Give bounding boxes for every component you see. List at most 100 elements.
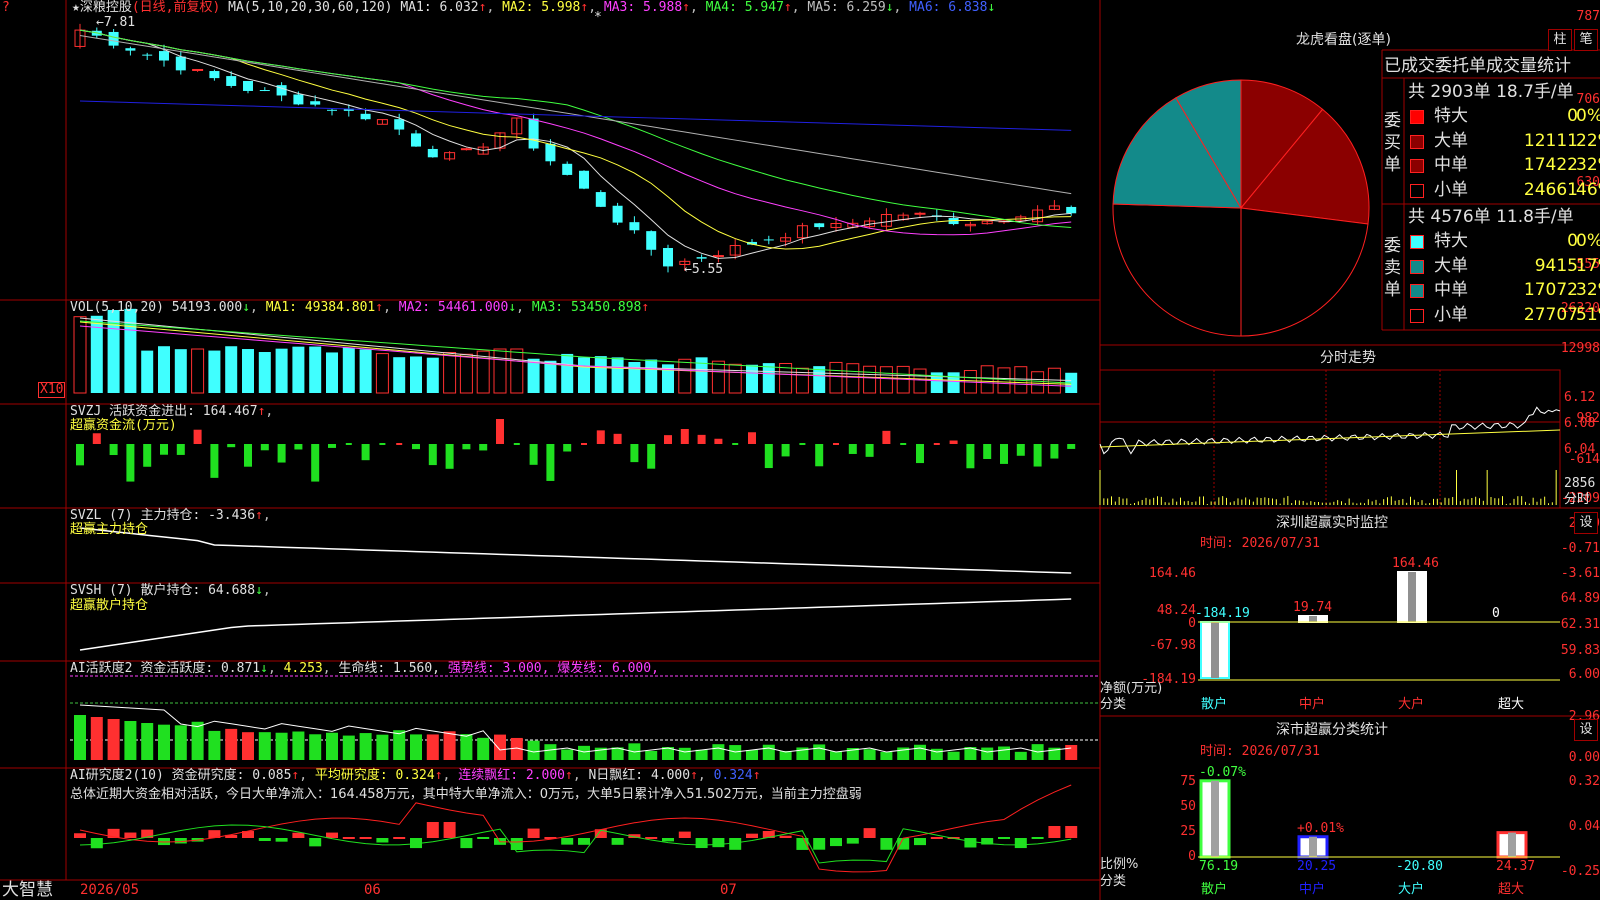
activity-bar: [880, 751, 893, 760]
intraday-title: 分时走势: [1320, 350, 1376, 366]
vol-bar: [124, 308, 137, 393]
ai1-title: AI活跃度2: [70, 661, 133, 676]
flow-bar: [210, 444, 219, 478]
activity-bar: [460, 734, 473, 760]
research-bar: [90, 838, 103, 849]
flow-bar: [933, 443, 940, 445]
buy-row-vol-3: 24661: [1523, 179, 1578, 200]
tick-mode-button[interactable]: 笔: [1574, 29, 1598, 51]
activity-bar: [124, 721, 137, 760]
candle-body: [427, 148, 438, 158]
buy-row-vol-0: 0: [1567, 106, 1578, 126]
sell-row-swatch-1: [1410, 259, 1424, 274]
intraday-vol: 2856: [1564, 476, 1596, 491]
activity-bar: [578, 745, 590, 760]
activity-bar: [393, 730, 406, 760]
vol-bar: [426, 357, 439, 393]
sell-row-pct-1: 17%: [1576, 255, 1600, 276]
monitor-settings-button[interactable]: 设: [1574, 512, 1598, 534]
price-tick-1: 787: [1576, 9, 1600, 24]
vol-bar: [746, 364, 758, 393]
monitor-time: 时间: 2026/07/31: [1200, 536, 1320, 551]
stats-cat-0: 散户: [1201, 882, 1228, 897]
flow-bar: [848, 444, 857, 454]
flow-bar: [983, 444, 992, 459]
vol-bar: [561, 353, 574, 393]
class-stats-title: 深市超赢分类统计: [1276, 722, 1388, 738]
sell-row-name-1: 大单: [1434, 255, 1468, 276]
candle-body: [411, 133, 421, 147]
ai1-value: 资金活跃度: 0.871: [140, 661, 261, 676]
chart-canvas[interactable]: [0, 0, 1600, 900]
svsh-header: SVSH (7) 散户持仓: 64.688↓,: [70, 583, 271, 598]
bar-mode-button[interactable]: 柱: [1548, 29, 1572, 51]
vol-bar: [275, 348, 288, 393]
class-stats-tick-1: 75: [1180, 774, 1196, 789]
flow-bar: [277, 444, 286, 463]
research-bar: [309, 838, 322, 847]
flow-bar: [732, 443, 739, 445]
stock-name[interactable]: ★深粮控股: [72, 0, 132, 15]
monitor-value-1: 19.74: [1293, 599, 1333, 615]
buy-row-pct-1: 22%: [1576, 130, 1600, 151]
flow-bar: [412, 444, 420, 450]
class-stats-tick-4: 0: [1188, 849, 1196, 864]
chart-mode[interactable]: (日线,前复权): [132, 0, 220, 15]
monitor-value-0: -184.19: [1195, 606, 1250, 621]
svzl-subtitle: 超赢主力持仓: [70, 522, 149, 537]
vol-bar: [980, 365, 994, 394]
pie-slice-sell_small: [1112, 203, 1242, 337]
vol-bar: [846, 363, 860, 394]
vol-tick-2: 12998: [1560, 341, 1600, 356]
activity-bar: [678, 747, 691, 760]
flow-bar: [328, 444, 336, 448]
flow-bar: [882, 430, 891, 444]
stats-change-0: -0.07%: [1199, 764, 1246, 780]
activity-bar: [309, 734, 322, 760]
ma5-line: [79, 35, 1072, 195]
ma1-value: MA1: 6.032: [400, 0, 479, 15]
vol-bar: [997, 367, 1011, 394]
flow-bar: [294, 444, 303, 450]
flow-bar: [596, 430, 605, 444]
class-stats-settings-button[interactable]: 设: [1574, 719, 1598, 741]
candle-body: [663, 248, 673, 267]
candle-body: [595, 192, 606, 207]
research-bar: [292, 832, 305, 838]
research-bar: [460, 838, 473, 849]
flow-bar: [916, 444, 924, 464]
vol-bar: [342, 347, 355, 393]
vol-bar: [258, 352, 271, 393]
research-bar: [914, 838, 926, 846]
svzl-tick-2: -0.71: [1560, 541, 1600, 556]
corner-mark[interactable]: ?: [2, 0, 12, 16]
stats-title: 已成交委托单成交量统计: [1384, 56, 1571, 76]
activity-bar: [342, 735, 355, 760]
candle-body: [209, 71, 220, 79]
ai2-tick-1: 0.32: [1568, 774, 1600, 789]
activity-bar: [376, 734, 389, 760]
vol-bar: [544, 360, 557, 393]
candle-body: [460, 148, 472, 151]
ma4-arrow: ↑: [783, 0, 792, 15]
vol-value: 54193.000: [171, 300, 243, 315]
stats-bar-core-1: [1309, 836, 1317, 857]
activity-bar: [863, 749, 876, 760]
research-bar: [729, 838, 742, 850]
monitor-cat-1: 中户: [1299, 697, 1326, 712]
ma2-value: MA2: 5.998: [502, 0, 581, 15]
vol-bar: [728, 363, 742, 394]
svzj-subtitle: 超赢资金流(万元): [70, 418, 177, 433]
activity-bar: [947, 751, 960, 760]
flow-bar: [781, 444, 790, 457]
activity-bar: [141, 723, 154, 760]
ma6-arrow: ↓: [987, 0, 996, 15]
vol-bar: [174, 349, 187, 393]
candle-body: [125, 48, 136, 51]
ma-params: MA(5,10,20,30,60,120): [228, 0, 393, 15]
svsh-value: 散户持仓: 64.688: [140, 583, 256, 598]
flow-bar: [630, 444, 639, 463]
ai2-avg: 平均研究度: 0.324: [314, 768, 435, 783]
activity-bar: [225, 728, 238, 760]
stats-cat-2: 大户: [1398, 882, 1425, 897]
